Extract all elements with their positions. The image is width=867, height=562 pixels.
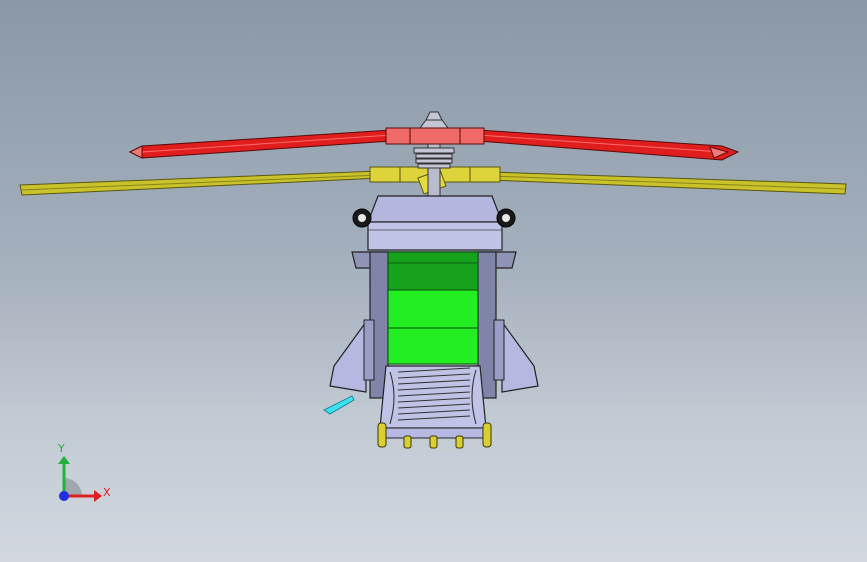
- wheel: [403, 435, 412, 449]
- tail-fin: [323, 395, 355, 415]
- cabin-window-lower[interactable]: [387, 327, 479, 365]
- z-axis-dot: [59, 491, 69, 501]
- axis-triad: [58, 456, 102, 502]
- cabin-window-upper[interactable]: [387, 251, 479, 291]
- sponson-right[interactable]: [501, 320, 539, 393]
- cabin-window-middle[interactable]: [387, 289, 479, 329]
- graphics-viewport[interactable]: Y X: [0, 0, 867, 562]
- fuselage[interactable]: [329, 195, 539, 439]
- wheel: [482, 422, 492, 448]
- y-axis-label: Y: [58, 442, 65, 455]
- helicopter-model[interactable]: [0, 0, 867, 562]
- x-axis-label: X: [103, 486, 111, 499]
- sponson-left[interactable]: [329, 320, 367, 393]
- cowling-band: [367, 221, 503, 251]
- rotor-mast: [413, 111, 455, 199]
- wheel: [455, 435, 464, 449]
- upper-rotor-hub[interactable]: [385, 127, 485, 145]
- engine-cowling[interactable]: [367, 195, 503, 223]
- wheel: [377, 422, 387, 448]
- nose-grille[interactable]: [379, 365, 487, 429]
- wheel: [429, 435, 438, 449]
- upper-rotor-blade-right[interactable]: [477, 129, 740, 161]
